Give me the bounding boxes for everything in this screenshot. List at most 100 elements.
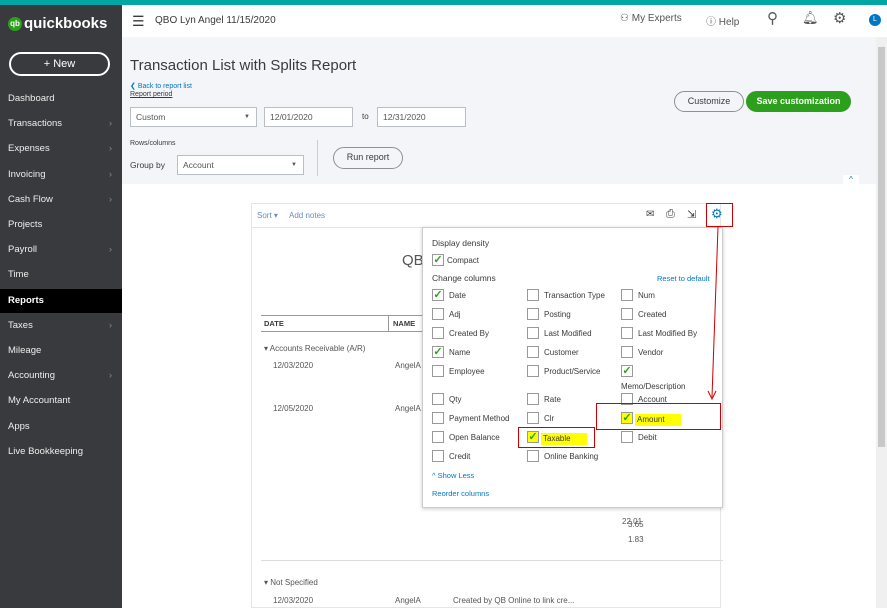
column-label: Clr [544,414,555,423]
column-checkbox-product-service[interactable] [527,365,539,377]
report-settings-panel: Transaction List with Splits Report ❮ Ba… [122,37,876,188]
sidebar-item-accounting[interactable]: Accounting › [0,364,122,388]
export-icon[interactable]: ⇲ [687,208,696,221]
chevron-right-icon: › [108,143,112,155]
column-checkbox-date[interactable]: ✓ [432,289,444,301]
to-date-input[interactable]: 12/31/2020 [377,107,466,127]
column-label: Qty [449,395,462,404]
column-label: Last Modified [544,329,592,338]
back-to-report-list-link[interactable]: ❮ Back to report list [130,82,192,90]
report-period-label: Report period [130,91,173,98]
compact-checkbox[interactable]: ✓ [432,254,444,266]
sidebar-item-label: Time [8,269,29,281]
sidebar-item-mileage[interactable]: Mileage [0,339,122,363]
column-checkbox-transaction-type[interactable] [527,289,539,301]
sidebar-item-reports[interactable]: Reports [0,288,122,313]
annotation-arrow [707,226,719,401]
new-button[interactable]: + New [9,52,110,76]
column-checkbox-rate[interactable] [527,393,539,405]
add-notes-link[interactable]: Add notes [289,211,325,220]
sidebar-item-expenses[interactable]: Expenses › [0,137,122,161]
sidebar-item-invoicing[interactable]: Invoicing › [0,163,122,187]
column-checkbox-last-modified-by[interactable] [621,327,633,339]
scrollbar[interactable] [876,37,887,608]
column-checkbox-num[interactable] [621,289,633,301]
group-row[interactable]: ▾ Not Specified [264,578,318,587]
column-label: Online Banking [544,452,599,461]
sidebar-item-projects[interactable]: Projects [0,213,122,237]
cell-date: 12/03/2020 [273,361,314,370]
sidebar-item-my-accountant[interactable]: My Accountant [0,389,122,413]
sidebar-item-payroll[interactable]: Payroll › [0,238,122,262]
column-checkbox-payment-method[interactable] [432,412,444,424]
help-icon: ⓘ [706,17,716,28]
sidebar-item-taxes[interactable]: Taxes › [0,314,122,338]
report-period-select[interactable]: Custom ▼ [130,107,257,127]
group-row[interactable]: ▾ Accounts Receivable (A/R) [264,344,365,353]
sidebar-item-label: Projects [8,219,43,230]
column-header-name[interactable]: NAME [388,315,424,332]
from-date-input[interactable]: 12/01/2020 [264,107,353,127]
bell-icon[interactable]: 🔔︎ [802,10,819,26]
column-label: Created [638,310,667,319]
cell-date: 12/03/2020 [273,596,314,605]
cell-name: AngelA [395,404,421,413]
column-checkbox-vendor[interactable] [621,346,633,358]
column-checkbox-online-banking[interactable] [527,450,539,462]
sidebar-item-label: Dashboard [8,93,55,104]
header: ☰ QBO Lyn Angel 11/15/2020 ⚇ My Experts … [122,5,887,37]
save-customization-button[interactable]: Save customization [746,91,851,112]
help-button[interactable]: ⓘ Help [706,13,739,28]
group-by-select[interactable]: Account ▼ [177,155,304,175]
sidebar-item-transactions[interactable]: Transactions › [0,112,122,136]
column-checkbox-qty[interactable] [432,393,444,405]
annotation-box [596,403,721,430]
sidebar-item-label: Mileage [8,345,42,356]
column-label: Employee [449,367,485,376]
column-checkbox-memo-description[interactable]: ✓ [621,365,633,377]
my-experts-button[interactable]: ⚇ My Experts [620,13,682,24]
column-checkbox-posting[interactable] [527,308,539,320]
sidebar-item-dashboard[interactable]: Dashboard [0,87,122,111]
sidebar-item-label: My Accountant [8,395,71,407]
column-checkbox-created[interactable] [621,308,633,320]
column-label: Open Balance [449,433,500,442]
show-less-link[interactable]: ^ Show Less [432,471,474,480]
sidebar-item-live-bookkeeping[interactable]: Live Bookkeeping [0,440,122,464]
cell-amount: 1.83 [628,535,644,544]
column-checkbox-adj[interactable] [432,308,444,320]
column-checkbox-employee[interactable] [432,365,444,377]
sidebar-item-label: Transactions [8,118,63,130]
sidebar-item-label: Apps [8,420,30,432]
sidebar-item-label: Live Bookkeeping [8,445,83,457]
sort-button[interactable]: Sort ▾ [257,211,278,220]
run-report-button[interactable]: Run report [333,147,403,169]
column-checkbox-debit[interactable] [621,431,633,443]
cell-date: 12/05/2020 [273,404,314,413]
to-label: to [362,112,369,121]
column-checkbox-name[interactable]: ✓ [432,346,444,358]
search-icon[interactable]: ⚲ [767,9,778,27]
column-label: Product/Service [544,367,601,376]
sidebar-item-time[interactable]: Time [0,263,122,287]
logo[interactable]: qb quickbooks [8,15,107,32]
column-checkbox-customer[interactable] [527,346,539,358]
customize-button[interactable]: Customize [674,91,744,112]
print-icon[interactable]: ⎙ [666,208,675,221]
column-checkbox-created-by[interactable] [432,327,444,339]
avatar[interactable]: L [869,14,881,26]
chevron-right-icon: › [108,168,112,180]
change-columns-label: Change columns [432,273,496,283]
column-checkbox-open-balance[interactable] [432,431,444,443]
column-checkbox-credit[interactable] [432,450,444,462]
sidebar-item-cash-flow[interactable]: Cash Flow › [0,188,122,212]
email-icon[interactable]: ✉ [646,209,654,220]
menu-icon[interactable]: ☰ [132,13,145,30]
qb-logo-icon: qb [8,17,22,32]
column-checkbox-clr[interactable] [527,412,539,424]
cell-name: AngelA [395,361,421,370]
column-checkbox-last-modified[interactable] [527,327,539,339]
gear-icon[interactable]: ⚙ [833,9,846,27]
reorder-columns-link[interactable]: Reorder columns [432,489,489,498]
sidebar-item-apps[interactable]: Apps [0,415,122,439]
